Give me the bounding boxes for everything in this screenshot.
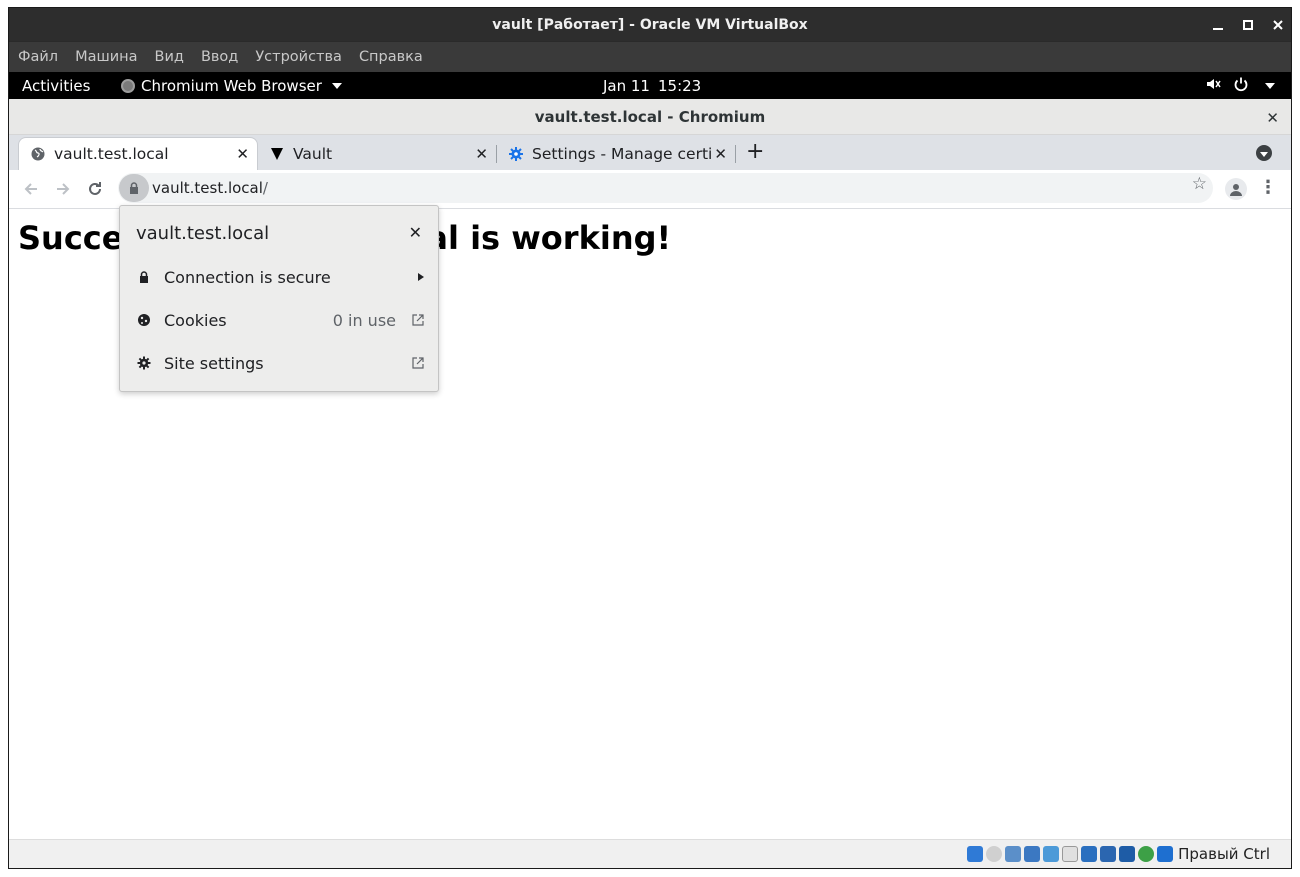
site-info-popup: vault.test.local ✕ Connection is secure … bbox=[119, 205, 439, 392]
cookies-row[interactable]: Cookies 0 in use bbox=[120, 300, 440, 340]
tab-settings[interactable]: Settings - Manage certi ✕ bbox=[497, 137, 735, 170]
tab-label: Vault bbox=[293, 144, 333, 163]
vbox-titlebar: vault [Работает] - Oracle VM VirtualBox bbox=[9, 8, 1291, 41]
hard-disk-icon[interactable] bbox=[967, 846, 984, 862]
tab-vault[interactable]: Vault ✕ bbox=[258, 137, 496, 170]
cookie-icon bbox=[136, 312, 152, 328]
reload-icon[interactable] bbox=[84, 178, 106, 200]
activities-button[interactable]: Activities bbox=[9, 77, 121, 95]
clock-time: 15:23 bbox=[657, 77, 702, 95]
bookmark-star-icon[interactable]: ☆ bbox=[1192, 174, 1207, 194]
row-label: Connection is secure bbox=[164, 267, 331, 287]
tab-search-icon[interactable] bbox=[1256, 145, 1272, 161]
forward-arrow-icon[interactable] bbox=[52, 178, 74, 200]
vault-logo-icon bbox=[269, 146, 285, 162]
minimize-icon[interactable] bbox=[1211, 18, 1225, 32]
chromium-window-title: vault.test.local - Chromium bbox=[534, 107, 766, 126]
chromium-titlebar: vault.test.local - Chromium ✕ bbox=[9, 99, 1291, 135]
optical-drive-icon[interactable] bbox=[986, 846, 1003, 862]
site-settings-row[interactable]: Site settings bbox=[120, 343, 440, 383]
tab-close-icon[interactable]: ✕ bbox=[475, 145, 488, 163]
tab-label: vault.test.local bbox=[54, 145, 169, 163]
external-link-icon bbox=[412, 314, 424, 326]
caret-down-icon bbox=[1265, 83, 1275, 89]
menu-machine[interactable]: Машина bbox=[75, 49, 137, 65]
cpu-icon[interactable] bbox=[1119, 846, 1136, 862]
usb-icon[interactable] bbox=[1043, 846, 1060, 862]
lock-icon bbox=[136, 269, 152, 285]
gear-icon bbox=[508, 146, 524, 162]
tab-vault-test-local[interactable]: vault.test.local ✕ bbox=[18, 137, 258, 170]
menu-input[interactable]: Ввод bbox=[201, 49, 238, 65]
menu-file[interactable]: Файл bbox=[18, 49, 58, 65]
keyboard-capture-icon[interactable] bbox=[1157, 846, 1174, 862]
address-host: vault.test.local bbox=[152, 179, 263, 197]
maximize-icon[interactable] bbox=[1241, 18, 1255, 32]
address-path: / bbox=[262, 179, 268, 197]
globe-icon bbox=[30, 146, 46, 162]
shared-folders-icon[interactable] bbox=[1062, 846, 1079, 862]
audio-icon[interactable] bbox=[1005, 846, 1022, 862]
back-arrow-icon[interactable] bbox=[20, 178, 42, 200]
video-capture-icon[interactable] bbox=[1100, 846, 1117, 862]
display-icon[interactable] bbox=[1081, 846, 1098, 862]
guest-additions-icon[interactable] bbox=[1138, 846, 1155, 862]
external-link-icon bbox=[412, 357, 424, 369]
tab-close-icon[interactable]: ✕ bbox=[236, 145, 249, 163]
menu-help[interactable]: Справка bbox=[359, 49, 423, 65]
address-text: vault.test.local/ bbox=[152, 179, 268, 197]
chevron-right-icon bbox=[418, 273, 424, 281]
row-label: Site settings bbox=[164, 353, 264, 373]
new-tab-plus-icon[interactable]: + bbox=[746, 141, 764, 163]
row-label: Cookies bbox=[164, 310, 227, 330]
connection-secure-row[interactable]: Connection is secure bbox=[120, 257, 440, 297]
clock-date: Jan 11 bbox=[603, 77, 650, 95]
clock[interactable]: Jan 11 15:23 bbox=[603, 72, 701, 100]
profile-avatar-icon[interactable] bbox=[1225, 178, 1247, 200]
vbox-menubar: Файл Машина Вид Ввод Устройства Справка bbox=[9, 41, 1291, 72]
vbox-window-title: vault [Работает] - Oracle VM VirtualBox bbox=[492, 16, 808, 33]
tab-close-icon[interactable]: ✕ bbox=[714, 145, 727, 163]
system-tray[interactable] bbox=[1205, 72, 1275, 100]
menu-kebab-icon[interactable]: ⋮ bbox=[1259, 179, 1277, 197]
close-icon[interactable] bbox=[1271, 18, 1285, 32]
chromium-window: vault.test.local - Chromium ✕ vault.test… bbox=[9, 99, 1291, 868]
virtualbox-window: vault [Работает] - Oracle VM VirtualBox … bbox=[9, 8, 1291, 868]
power-icon bbox=[1233, 76, 1249, 96]
address-bar[interactable]: vault.test.local/ bbox=[118, 173, 1213, 203]
tab-label: Settings - Manage certi bbox=[532, 144, 713, 163]
lock-icon[interactable] bbox=[119, 174, 149, 202]
vbox-status-bar: Правый Ctrl bbox=[9, 839, 1291, 868]
gnome-top-bar: Activities Chromium Web Browser Jan 11 1… bbox=[9, 72, 1291, 100]
network-icon[interactable] bbox=[1024, 846, 1041, 862]
volume-muted-icon bbox=[1205, 76, 1221, 96]
menu-devices[interactable]: Устройства bbox=[255, 49, 342, 65]
host-key-label: Правый Ctrl bbox=[1178, 845, 1270, 863]
chromium-icon bbox=[121, 79, 135, 93]
close-icon[interactable]: ✕ bbox=[1266, 109, 1279, 127]
gear-icon bbox=[136, 355, 152, 371]
menu-view[interactable]: Вид bbox=[155, 49, 184, 65]
tab-separator bbox=[735, 145, 736, 163]
app-menu[interactable]: Chromium Web Browser bbox=[121, 77, 342, 95]
close-icon[interactable]: ✕ bbox=[409, 223, 422, 242]
cookies-count: 0 in use bbox=[332, 310, 396, 330]
tab-strip: vault.test.local ✕ Vault ✕ Settings - Ma… bbox=[9, 135, 1291, 170]
browser-toolbar: vault.test.local/ ☆ ⋮ bbox=[9, 170, 1291, 209]
popup-title: vault.test.local bbox=[136, 223, 270, 244]
app-menu-label: Chromium Web Browser bbox=[141, 77, 322, 95]
caret-down-icon bbox=[331, 83, 342, 89]
